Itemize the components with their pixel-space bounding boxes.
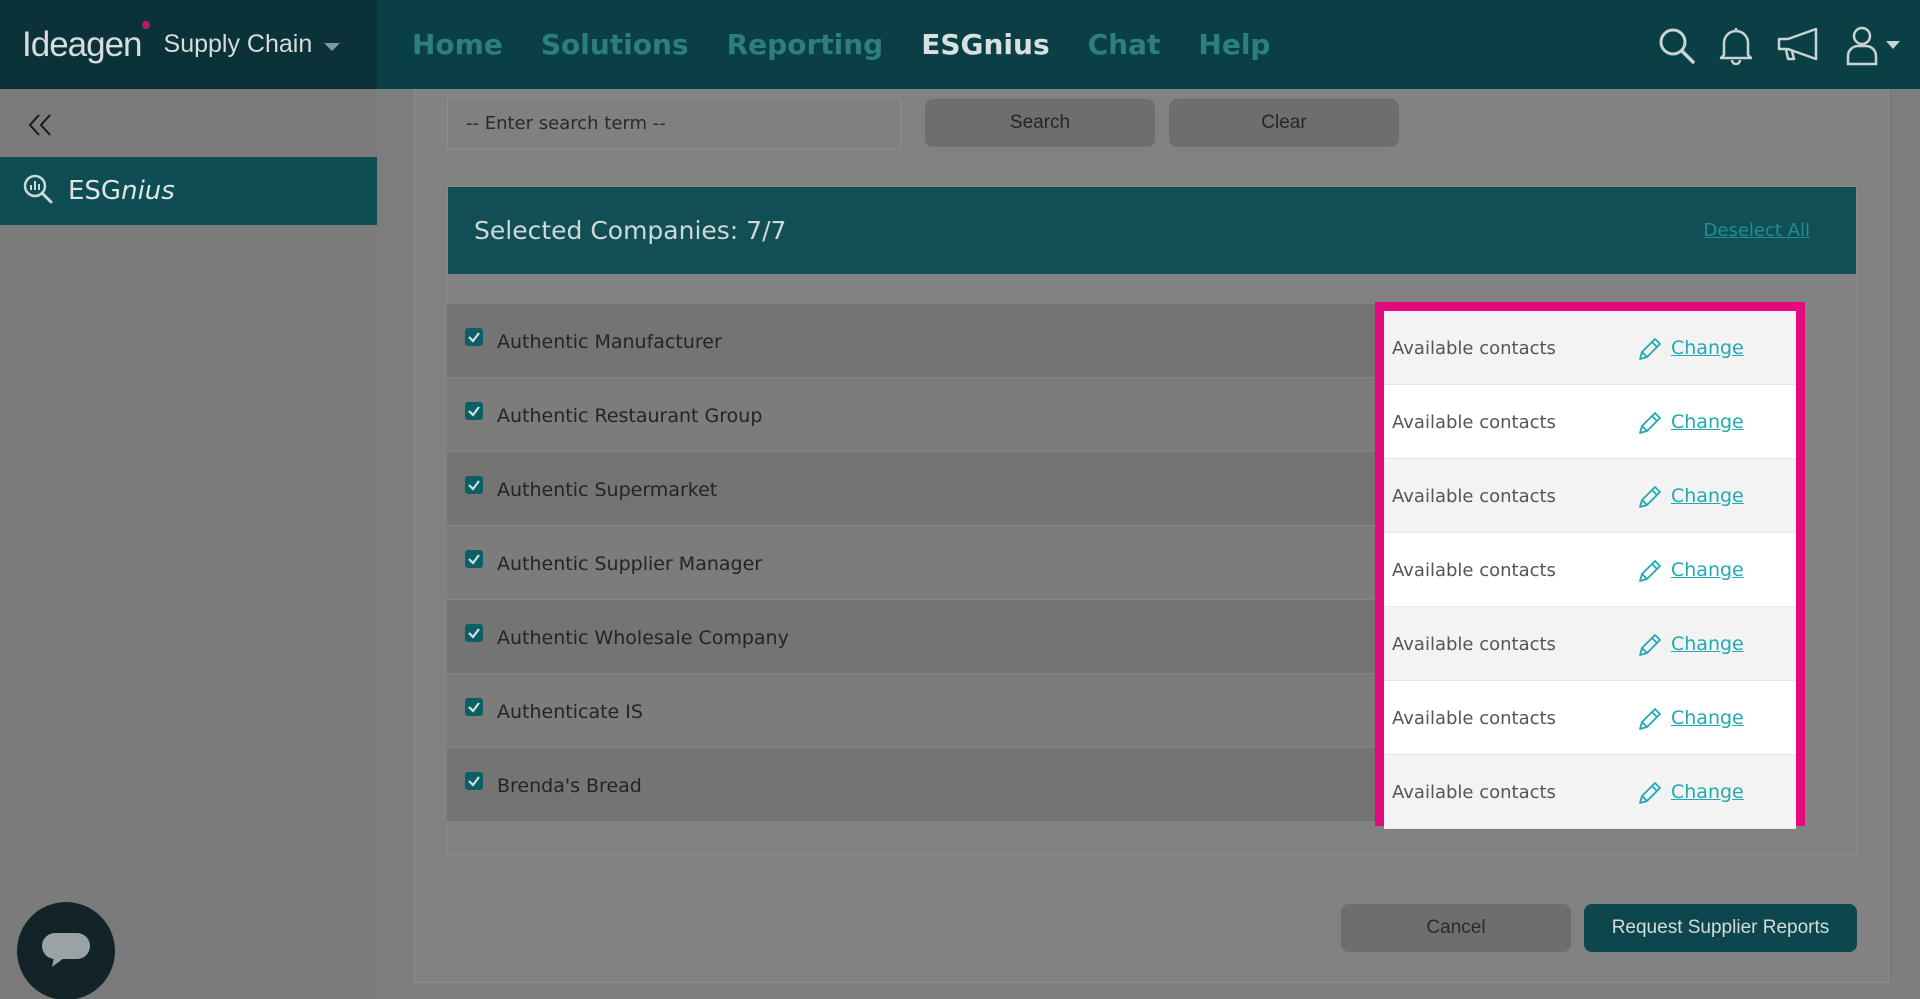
nav-reporting[interactable]: Reporting <box>727 28 884 61</box>
request-supplier-reports-button[interactable]: Request Supplier Reports <box>1584 904 1857 952</box>
checkbox-checked-icon[interactable] <box>465 624 483 642</box>
chevron-down-icon <box>1886 40 1900 49</box>
available-contacts-label: Available contacts <box>1392 708 1556 729</box>
change-contact-link[interactable]: Change <box>1671 781 1744 803</box>
panel-title: Selected Companies: 7/7 <box>474 216 787 245</box>
pencil-icon[interactable] <box>1636 705 1664 737</box>
checkbox-checked-icon[interactable] <box>465 772 483 790</box>
change-contact-link[interactable]: Change <box>1671 337 1744 359</box>
user-icon <box>1846 26 1878 65</box>
checkbox-checked-icon[interactable] <box>465 476 483 494</box>
main-nav: Home Solutions Reporting ESGnius Chat He… <box>412 0 1270 89</box>
contact-row: Available contacts Change <box>1384 681 1796 755</box>
megaphone-icon[interactable] <box>1776 25 1822 65</box>
nav-chat[interactable]: Chat <box>1088 28 1161 61</box>
chevron-down-icon <box>324 42 341 51</box>
nav-esgnius[interactable]: ESGnius <box>921 28 1049 61</box>
cancel-button[interactable]: Cancel <box>1341 904 1571 952</box>
nav-solutions[interactable]: Solutions <box>541 28 689 61</box>
clear-button[interactable]: Clear <box>1169 99 1399 147</box>
chat-icon <box>40 929 92 973</box>
brand-menu[interactable]: Ideagen Supply Chain <box>0 0 377 89</box>
panel-header: Selected Companies: 7/7 Deselect All <box>448 187 1856 274</box>
search-button[interactable]: Search <box>925 99 1155 147</box>
available-contacts-label: Available contacts <box>1392 782 1556 803</box>
change-contact-link[interactable]: Change <box>1671 411 1744 433</box>
search-chart-icon <box>22 173 54 209</box>
contact-row: Available contacts Change <box>1384 755 1796 829</box>
search-input[interactable] <box>447 97 901 149</box>
product-name: Supply Chain <box>163 30 313 58</box>
contact-row: Available contacts Change <box>1384 311 1796 385</box>
top-navbar: Ideagen Supply Chain Home Solutions Repo… <box>0 0 1920 89</box>
chat-launcher-button[interactable] <box>17 902 115 999</box>
change-contact-link[interactable]: Change <box>1671 633 1744 655</box>
company-name: Authentic Supplier Manager <box>497 553 763 575</box>
contact-row: Available contacts Change <box>1384 533 1796 607</box>
search-icon[interactable] <box>1656 25 1696 65</box>
nav-home[interactable]: Home <box>412 28 503 61</box>
user-menu[interactable] <box>1844 24 1900 66</box>
company-name: Authenticate IS <box>497 701 643 723</box>
checkbox-checked-icon[interactable] <box>465 698 483 716</box>
company-name: Authentic Restaurant Group <box>497 405 763 427</box>
company-name: Authentic Supermarket <box>497 479 718 501</box>
pencil-icon[interactable] <box>1636 335 1664 367</box>
bell-icon[interactable] <box>1718 25 1754 65</box>
pencil-icon[interactable] <box>1636 557 1664 589</box>
company-name: Brenda's Bread <box>497 775 642 797</box>
contact-row: Available contacts Change <box>1384 385 1796 459</box>
deselect-all-link[interactable]: Deselect All <box>1704 220 1810 241</box>
pencil-icon[interactable] <box>1636 409 1664 441</box>
change-contact-link[interactable]: Change <box>1671 559 1744 581</box>
change-contact-link[interactable]: Change <box>1671 707 1744 729</box>
change-contact-link[interactable]: Change <box>1671 485 1744 507</box>
available-contacts-label: Available contacts <box>1392 486 1556 507</box>
sidebar-item-label: ESGnius <box>68 176 175 206</box>
contact-row: Available contacts Change <box>1384 607 1796 681</box>
company-name: Authentic Manufacturer <box>497 331 722 353</box>
available-contacts-label: Available contacts <box>1392 412 1556 433</box>
contacts-highlight: Available contacts Change Available cont… <box>1375 302 1805 829</box>
available-contacts-label: Available contacts <box>1392 560 1556 581</box>
nav-icon-group <box>1656 0 1900 89</box>
checkbox-checked-icon[interactable] <box>465 402 483 420</box>
checkbox-checked-icon[interactable] <box>465 328 483 346</box>
pencil-icon[interactable] <box>1636 779 1664 811</box>
double-chevron-left-icon[interactable] <box>24 109 56 141</box>
company-name: Authentic Wholesale Company <box>497 627 789 649</box>
pencil-icon[interactable] <box>1636 483 1664 515</box>
checkbox-checked-icon[interactable] <box>465 550 483 568</box>
sidebar: ESGnius <box>0 89 377 999</box>
sidebar-item-esgnius[interactable]: ESGnius <box>0 157 377 225</box>
nav-help[interactable]: Help <box>1198 28 1270 61</box>
ideagen-logo: Ideagen <box>22 20 150 65</box>
contact-row: Available contacts Change <box>1384 459 1796 533</box>
available-contacts-label: Available contacts <box>1392 338 1556 359</box>
available-contacts-label: Available contacts <box>1392 634 1556 655</box>
pencil-icon[interactable] <box>1636 631 1664 663</box>
